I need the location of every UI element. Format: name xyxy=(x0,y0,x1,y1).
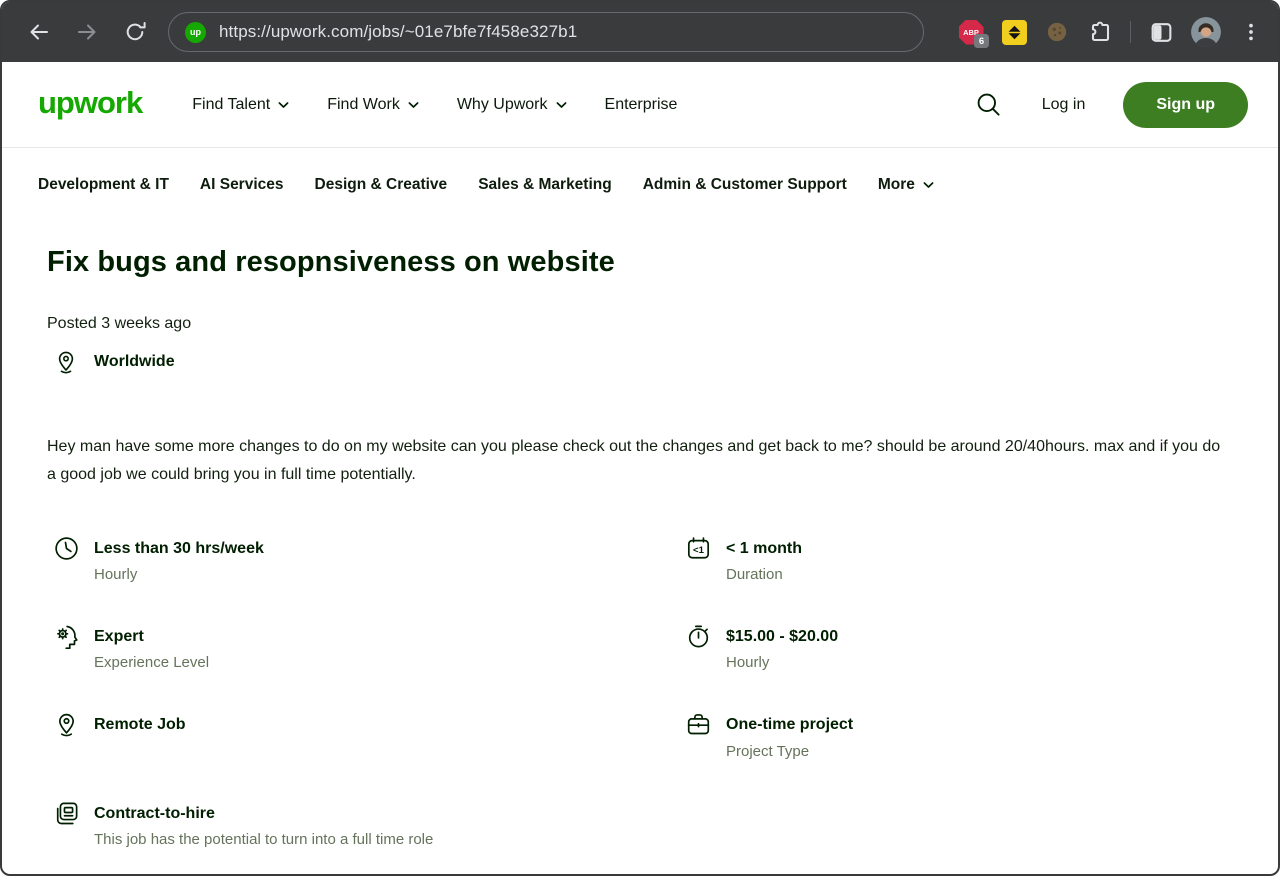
category-ai-services[interactable]: AI Services xyxy=(200,176,284,194)
job-description: Hey man have some more changes to do on … xyxy=(47,433,1227,489)
browser-window: up https://upwork.com/jobs/~01e7bfe7f458… xyxy=(0,0,1280,876)
sort-arrows-icon xyxy=(1002,20,1027,45)
url-text: https://upwork.com/jobs/~01e7bfe7f458e32… xyxy=(219,22,577,42)
posted-time: Posted 3 weeks ago xyxy=(47,315,1233,333)
main-nav: Find Talent Find Work Why Upwork Enterpr… xyxy=(192,96,677,114)
header-actions: Log in Sign up xyxy=(974,82,1248,128)
detail-project-type: One-time project Project Type xyxy=(685,713,1233,761)
nav-label: Enterprise xyxy=(605,96,678,114)
nav-find-talent[interactable]: Find Talent xyxy=(192,96,289,114)
toolbar-separator xyxy=(1130,21,1131,43)
forward-button[interactable] xyxy=(74,19,100,45)
detail-title: Expert xyxy=(94,625,209,648)
detail-sub: Project Type xyxy=(726,741,853,762)
chevron-down-icon xyxy=(278,101,289,109)
nav-label: Find Talent xyxy=(192,96,270,114)
adblock-extension-button[interactable]: ABP 6 xyxy=(958,19,984,45)
briefcase-icon xyxy=(685,711,712,738)
category-nav: Development & IT AI Services Design & Cr… xyxy=(2,148,1278,222)
puzzle-piece-icon xyxy=(1088,20,1113,45)
nav-find-work[interactable]: Find Work xyxy=(327,96,419,114)
site-header: upwork Find Talent Find Work Why Upwork … xyxy=(2,62,1278,148)
signup-button[interactable]: Sign up xyxy=(1123,82,1248,128)
nav-label: Why Upwork xyxy=(457,96,548,114)
detail-duration: <1 < 1 month Duration xyxy=(685,537,1233,585)
category-design-creative[interactable]: Design & Creative xyxy=(315,176,448,194)
browser-extensions-area: ABP 6 xyxy=(958,17,1264,47)
back-arrow-icon xyxy=(27,20,51,44)
detail-title: Contract-to-hire xyxy=(94,802,433,825)
job-post-content: Fix bugs and resopnsiveness on website P… xyxy=(2,246,1278,874)
upwork-logo[interactable]: upwork xyxy=(38,87,142,122)
cookie-icon xyxy=(1046,21,1068,43)
category-more[interactable]: More xyxy=(878,176,934,194)
detail-title: Less than 30 hrs/week xyxy=(94,537,264,560)
nav-enterprise[interactable]: Enterprise xyxy=(605,96,678,114)
detail-sub: Experience Level xyxy=(94,652,209,673)
chevron-down-icon xyxy=(923,181,934,189)
forward-arrow-icon xyxy=(75,20,99,44)
address-bar[interactable]: up https://upwork.com/jobs/~01e7bfe7f458… xyxy=(168,12,924,52)
location-pin-icon xyxy=(53,711,80,738)
category-sales-marketing[interactable]: Sales & Marketing xyxy=(478,176,612,194)
login-link[interactable]: Log in xyxy=(1042,96,1086,114)
detail-sub: Hourly xyxy=(726,652,838,673)
search-button[interactable] xyxy=(974,90,1004,120)
stopwatch-icon xyxy=(685,623,712,650)
detail-title: One-time project xyxy=(726,713,853,736)
location-pin-icon xyxy=(53,349,79,375)
browser-menu-button[interactable] xyxy=(1238,19,1264,45)
cookie-extension-button[interactable] xyxy=(1044,19,1070,45)
category-admin-support[interactable]: Admin & Customer Support xyxy=(643,176,847,194)
detail-sub: Hourly xyxy=(94,564,264,585)
yellow-extension-button[interactable] xyxy=(1001,19,1027,45)
browser-toolbar: up https://upwork.com/jobs/~01e7bfe7f458… xyxy=(2,2,1278,62)
back-button[interactable] xyxy=(26,19,52,45)
kebab-menu-icon xyxy=(1240,21,1262,43)
reload-button[interactable] xyxy=(122,19,148,45)
job-details-grid: Less than 30 hrs/week Hourly <1 < 1 mont… xyxy=(53,537,1233,850)
reload-icon xyxy=(123,20,147,44)
profile-avatar[interactable] xyxy=(1191,17,1221,47)
detail-title: Remote Job xyxy=(94,713,186,736)
upwork-favicon: up xyxy=(185,22,206,43)
browser-nav-buttons xyxy=(26,19,148,45)
detail-remote-job: Remote Job xyxy=(53,713,685,761)
chevron-down-icon xyxy=(556,101,567,109)
job-location-row: Worldwide xyxy=(53,349,1233,375)
nav-why-upwork[interactable]: Why Upwork xyxy=(457,96,567,114)
calendar-icon: <1 xyxy=(685,535,712,562)
detail-experience-level: Expert Experience Level xyxy=(53,625,685,673)
detail-sub: Duration xyxy=(726,564,802,585)
detail-hourly-rate: $15.00 - $20.00 Hourly xyxy=(685,625,1233,673)
chevron-down-icon xyxy=(408,101,419,109)
experience-head-gear-icon xyxy=(53,623,80,650)
adblock-badge: 6 xyxy=(974,34,989,48)
detail-contract-to-hire: Contract-to-hire This job has the potent… xyxy=(53,802,685,850)
job-location: Worldwide xyxy=(94,353,175,371)
detail-sub: This job has the potential to turn into … xyxy=(94,829,433,850)
detail-title: < 1 month xyxy=(726,537,802,560)
search-icon xyxy=(975,91,1002,118)
category-development-it[interactable]: Development & IT xyxy=(38,176,169,194)
side-panel-icon xyxy=(1149,20,1174,45)
detail-title: $15.00 - $20.00 xyxy=(726,625,838,648)
contract-copies-icon xyxy=(53,800,80,827)
detail-hours-per-week: Less than 30 hrs/week Hourly xyxy=(53,537,685,585)
nav-label: Find Work xyxy=(327,96,400,114)
clock-icon xyxy=(53,535,80,562)
avatar-photo xyxy=(1191,17,1221,47)
job-title: Fix bugs and resopnsiveness on website xyxy=(47,246,1233,279)
more-label: More xyxy=(878,176,915,194)
svg-text:<1: <1 xyxy=(693,545,705,556)
extensions-menu-button[interactable] xyxy=(1087,19,1113,45)
side-panel-button[interactable] xyxy=(1148,19,1174,45)
